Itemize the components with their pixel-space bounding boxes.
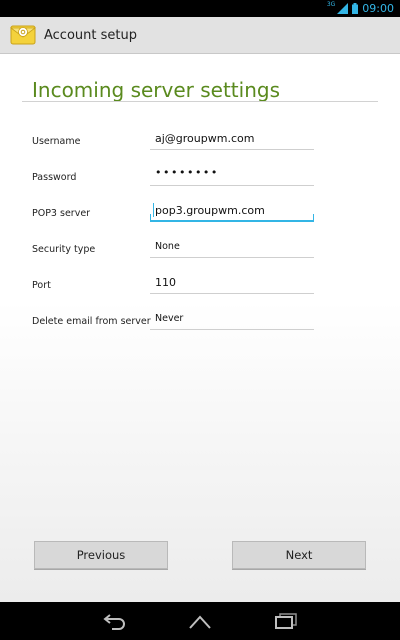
security-type-label: Security type — [32, 244, 96, 255]
username-value: aj@groupwm.com — [155, 132, 255, 145]
next-button[interactable]: Next — [232, 541, 366, 569]
username-row: Username aj@groupwm.com — [32, 126, 314, 156]
back-icon[interactable] — [102, 612, 128, 630]
battery-icon — [352, 3, 359, 14]
network-type: 3G — [326, 1, 336, 8]
signal-icon — [337, 3, 349, 14]
security-type-spinner[interactable]: None — [150, 234, 314, 258]
security-type-value: None — [155, 241, 180, 252]
pop3-server-field[interactable]: pop3.groupwm.com — [150, 198, 314, 222]
password-row: Password •••••••• — [32, 162, 314, 192]
home-icon[interactable] — [187, 612, 213, 630]
content-area: Incoming server settings Username aj@gro… — [0, 54, 400, 602]
username-field[interactable]: aj@groupwm.com — [150, 126, 314, 150]
title-divider — [22, 101, 378, 102]
password-label: Password — [32, 172, 77, 183]
navigation-bar — [0, 602, 400, 640]
email-app-icon[interactable] — [10, 22, 36, 48]
text-cursor — [153, 203, 154, 217]
action-bar: Account setup — [0, 17, 400, 54]
delete-email-spinner[interactable]: Never — [150, 306, 314, 330]
port-row: Port 110 — [32, 270, 314, 300]
status-bar: 3G 09:00 — [0, 0, 400, 17]
pop3-server-row: POP3 server pop3.groupwm.com — [32, 198, 314, 228]
delete-email-label: Delete email from server — [32, 316, 151, 327]
delete-email-row: Delete email from server Never — [32, 306, 314, 336]
password-value: •••••••• — [155, 166, 219, 179]
username-label: Username — [32, 136, 81, 147]
security-type-row: Security type None — [32, 234, 314, 264]
password-field[interactable]: •••••••• — [150, 162, 314, 186]
action-bar-title: Account setup — [44, 27, 137, 43]
port-field[interactable]: 110 — [150, 270, 314, 294]
port-value: 110 — [155, 276, 176, 289]
delete-email-value: Never — [155, 313, 184, 324]
recent-apps-icon[interactable] — [273, 612, 299, 630]
page-title: Incoming server settings — [32, 78, 280, 102]
clock: 09:00 — [362, 2, 394, 15]
pop3-server-label: POP3 server — [32, 208, 91, 219]
port-label: Port — [32, 280, 51, 291]
pop3-server-value: pop3.groupwm.com — [155, 204, 265, 217]
previous-button[interactable]: Previous — [34, 541, 168, 569]
